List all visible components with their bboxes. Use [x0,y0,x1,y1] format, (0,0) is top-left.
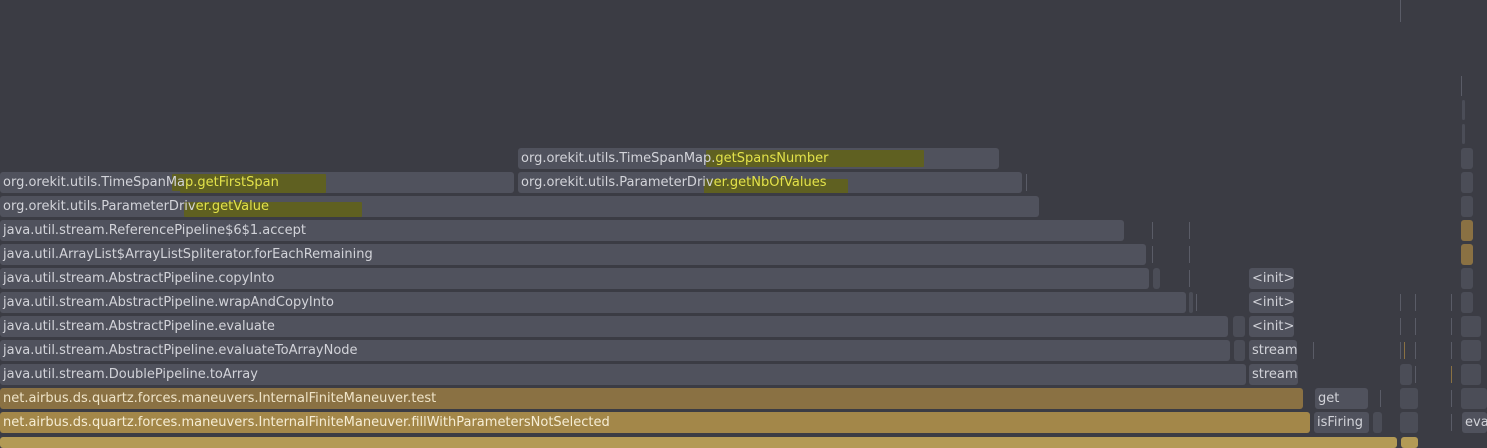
frame-label: org.orekit.utils.ParameterDriver.getValu… [3,199,269,214]
frame-sliver[interactable] [1461,244,1473,265]
frame-sliver [1404,342,1405,359]
frame-label: net.airbus.ds.quartz.forces.maneuvers.In… [3,391,437,406]
frame-sliver[interactable] [1400,412,1418,433]
frame-cut-off[interactable] [0,437,1397,448]
frame-sliver [1400,0,1401,22]
frame-sliver [1415,342,1416,359]
frame-stream[interactable]: stream [1249,340,1297,361]
frame-label: java.util.stream.AbstractPipeline.copyIn… [3,271,275,286]
frame-sliver[interactable] [1461,220,1473,241]
frame-sliver[interactable] [1462,124,1465,144]
frame-label: stream [1252,343,1297,358]
frame-abstractpipeline-wrapandcopyinto[interactable]: java.util.stream.AbstractPipeline.wrapAn… [0,292,1186,313]
frame-doublepipeline-toarray[interactable]: java.util.stream.DoublePipeline.toArray [0,364,1246,385]
frame-sliver [1400,318,1401,335]
frame-label: java.util.stream.AbstractPipeline.wrapAn… [3,295,335,310]
frame-init[interactable]: <init> [1249,268,1294,289]
frame-label: org.orekit.utils.TimeSpanMap.getFirstSpa… [3,175,279,190]
frame-sliver[interactable] [1461,172,1473,193]
frame-label: stream [1252,367,1298,382]
frame-abstractpipeline-evaluatetoarraynode[interactable]: java.util.stream.AbstractPipeline.evalua… [0,340,1230,361]
frame-sliver[interactable] [1462,100,1465,120]
frame-sliver [1415,294,1416,311]
frame-label: java.util.stream.ReferencePipeline$6$1.a… [3,223,306,238]
frame-sliver [1451,318,1452,335]
frame-label: org.orekit.utils.TimeSpanMap.getSpansNum… [521,151,829,166]
frame-label: java.util.stream.AbstractPipeline.evalua… [3,319,275,334]
frame-timespanmap-getspansnumber[interactable]: org.orekit.utils.TimeSpanMap.getSpansNum… [518,148,999,169]
frame-sliver [1451,390,1452,407]
frame-label: net.airbus.ds.quartz.forces.maneuvers.In… [3,415,610,430]
frame-sliver [1313,342,1314,359]
frame-sliver [1196,294,1197,311]
frame-sliver [1415,366,1416,383]
frame-sliver[interactable] [1461,316,1481,337]
frame-internalfinitemaneuver-fillwithparametersnotselected[interactable]: net.airbus.ds.quartz.forces.maneuvers.In… [0,412,1310,433]
frame-sliver[interactable] [1400,364,1412,385]
frame-sliver [1451,414,1452,431]
frame-sliver [1400,342,1401,359]
frame-timespanmap-getfirstspan[interactable]: org.orekit.utils.TimeSpanMap.getFirstSpa… [0,172,514,193]
frame-isfiring[interactable]: isFiring [1314,412,1369,433]
frame-sliver [1451,342,1452,359]
frame-label: java.util.stream.AbstractPipeline.evalua… [3,343,358,358]
frame-sliver [1451,366,1452,383]
frame-init[interactable]: <init> [1249,292,1294,313]
frame-sliver [1026,174,1027,191]
frame-sliver[interactable] [1461,268,1473,289]
frame-eva[interactable]: eva [1462,412,1487,433]
frame-sliver[interactable] [1400,388,1418,409]
frame-cut-off[interactable] [1401,437,1418,448]
flame-graph: org.orekit.utils.TimeSpanMap.getSpansNum… [0,0,1487,448]
frame-sliver [1400,294,1401,311]
frame-sliver [1189,222,1190,239]
frame-sliver[interactable] [1153,268,1160,289]
frame-abstractpipeline-evaluate[interactable]: java.util.stream.AbstractPipeline.evalua… [0,316,1228,337]
frame-sliver[interactable] [1461,388,1487,409]
frame-sliver[interactable] [1373,412,1382,433]
frame-arraylistspliterator-foreachremaining[interactable]: java.util.ArrayList$ArrayListSpliterator… [0,244,1146,265]
frame-sliver [1415,318,1416,335]
frame-sliver[interactable] [1233,316,1245,337]
frame-label: <init> [1252,295,1294,310]
frame-internalfinitemaneuver-test[interactable]: net.airbus.ds.quartz.forces.maneuvers.In… [0,388,1303,409]
frame-sliver [1451,294,1452,311]
frame-sliver[interactable] [1189,292,1193,313]
frame-stream[interactable]: stream [1249,364,1298,385]
frame-label: org.orekit.utils.ParameterDriver.getNbOf… [521,175,827,190]
frame-label: isFiring [1317,415,1363,430]
frame-sliver [1461,76,1462,96]
frame-label: eva [1465,415,1487,430]
frame-sliver[interactable] [1461,292,1473,313]
frame-label: java.util.stream.DoublePipeline.toArray [3,367,258,382]
frame-abstractpipeline-copyinto[interactable]: java.util.stream.AbstractPipeline.copyIn… [0,268,1149,289]
frame-referencepipeline-accept[interactable]: java.util.stream.ReferencePipeline$6$1.a… [0,220,1124,241]
frame-sliver [1380,390,1381,407]
frame-sliver[interactable] [1461,148,1473,169]
frame-parameterdriver-getnbofvalues[interactable]: org.orekit.utils.ParameterDriver.getNbOf… [518,172,1022,193]
frame-sliver [1152,222,1153,239]
frame-label: get [1318,391,1340,406]
frame-sliver[interactable] [1234,340,1245,361]
frame-parameterdriver-getvalue[interactable]: org.orekit.utils.ParameterDriver.getValu… [0,196,1039,217]
frame-sliver[interactable] [1461,364,1481,385]
frame-sliver[interactable] [1461,196,1473,217]
frame-sliver [1152,246,1153,263]
frame-label: <init> [1252,271,1294,286]
frame-get[interactable]: get [1315,388,1368,409]
frame-label: java.util.ArrayList$ArrayListSpliterator… [3,247,373,262]
frame-init[interactable]: <init> [1249,316,1294,337]
frame-label: <init> [1252,319,1294,334]
frame-sliver [1189,270,1190,287]
frame-sliver [1189,246,1190,263]
frame-sliver[interactable] [1461,340,1481,361]
